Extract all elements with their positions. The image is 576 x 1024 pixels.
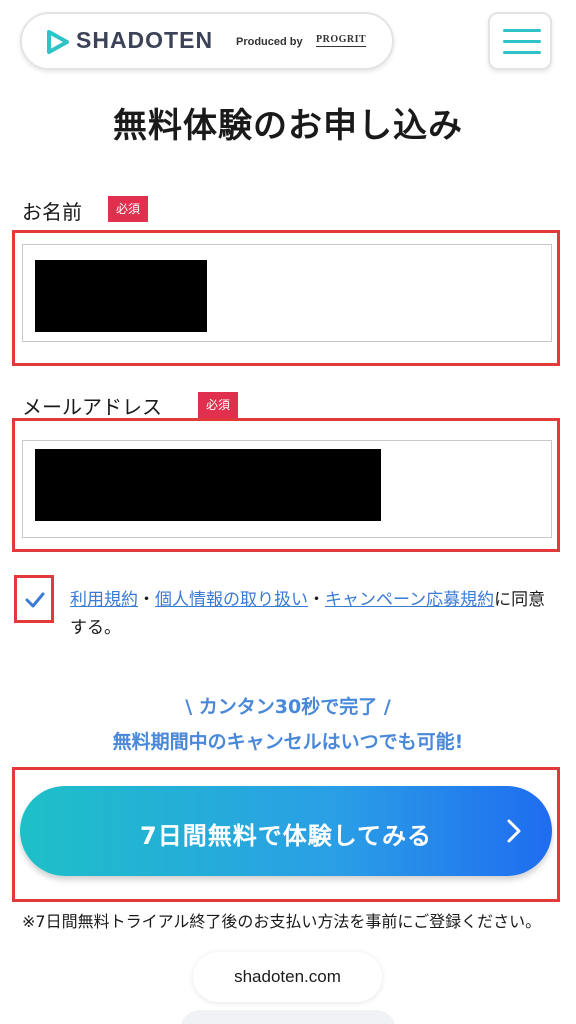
terms-of-use-link[interactable]: 利用規約: [70, 590, 138, 610]
produced-by-text: Produced by: [236, 36, 303, 48]
page-title: 無料体験のお申し込み: [113, 106, 463, 146]
chevron-right-icon: [507, 819, 521, 843]
promo-line-cancel: 無料期間中のキャンセルはいつでも可能!: [112, 731, 464, 753]
name-required-badge: 必須: [108, 196, 149, 222]
partner-logo: PROGRIT: [316, 34, 367, 47]
agree-separator: ・: [138, 590, 155, 610]
privacy-policy-link[interactable]: 個人情報の取り扱い: [155, 590, 308, 610]
agree-separator: ・: [308, 590, 325, 610]
agree-text: 利用規約・個人情報の取り扱い・キャンペーン応募規約に同意する。: [70, 586, 550, 642]
email-input-value-redacted: [35, 449, 381, 521]
hamburger-menu-icon-bar: [503, 40, 541, 43]
browser-url-bar[interactable]: shadoten.com: [193, 952, 382, 1002]
payment-note: ※7日間無料トライアル終了後のお支払い方法を事前にご登録ください。: [22, 912, 542, 931]
name-label: お名前: [22, 200, 82, 224]
agree-checkbox-highlight: [14, 575, 54, 623]
hamburger-menu-icon-bar: [503, 51, 541, 54]
email-required-badge: 必須: [198, 392, 239, 418]
free-trial-button-label: 7日間無料で体験してみる: [140, 822, 432, 850]
next-button-peek[interactable]: [180, 1010, 396, 1024]
hamburger-menu-button[interactable]: [488, 12, 552, 70]
agree-checkbox[interactable]: [25, 587, 45, 613]
check-icon: [25, 592, 45, 608]
free-trial-button[interactable]: 7日間無料で体験してみる: [20, 786, 552, 876]
name-input-value-redacted: [35, 260, 207, 332]
promo-line-quick: \ カンタン30秒で完了 /: [185, 696, 391, 718]
hamburger-menu-icon: [503, 29, 541, 32]
play-triangle-icon: [47, 30, 69, 54]
campaign-terms-link[interactable]: キャンペーン応募規約: [325, 590, 494, 610]
brand-logo-pill[interactable]: SHADOTEN Produced by PROGRIT: [20, 12, 394, 70]
email-label: メールアドレス: [22, 395, 162, 419]
brand-logo-text: SHADOTEN: [76, 27, 214, 53]
